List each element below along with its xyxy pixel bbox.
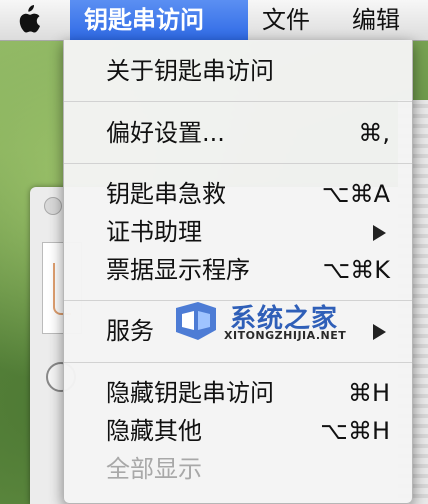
menu-item-label: 证书助理 xyxy=(106,218,202,246)
menu-item-label: 全部显示 xyxy=(106,455,202,483)
menu-item-label: 票据显示程序 xyxy=(106,256,250,284)
menu-item-shortcut: ⌘, xyxy=(358,119,390,147)
menu-bar: 钥匙串访问 文件 编辑 xyxy=(0,0,428,41)
menu-item-shortcut: ⌥⌘A xyxy=(321,180,390,208)
menu-item-certificate-assistant[interactable]: 证书助理 xyxy=(64,213,412,251)
menu-keychain-access[interactable]: 钥匙串访问 xyxy=(70,0,248,40)
apple-logo-icon[interactable] xyxy=(8,3,48,37)
menu-item-ticket-viewer[interactable]: 票据显示程序 ⌥⌘K xyxy=(64,251,412,289)
menu-item-show-all: 全部显示 xyxy=(64,450,412,488)
menu-item-preferences[interactable]: 偏好设置... ⌘, xyxy=(64,114,412,152)
menu-separator xyxy=(64,163,412,164)
menu-item-shortcut: ⌥⌘H xyxy=(320,417,390,445)
keychain-access-dropdown-menu: 关于钥匙串访问 偏好设置... ⌘, 钥匙串急救 ⌥⌘A 证书助理 票据显示程序… xyxy=(63,40,413,504)
menu-item-label: 偏好设置... xyxy=(106,119,225,147)
menu-item-shortcut: ⌥⌘K xyxy=(322,256,390,284)
window-button[interactable] xyxy=(44,197,62,215)
menu-item-hide-keychain-access[interactable]: 隐藏钥匙串访问 ⌘H xyxy=(64,374,412,412)
submenu-arrow-icon xyxy=(373,225,386,241)
menu-item-label: 隐藏其他 xyxy=(106,417,202,445)
menu-item-label: 关于钥匙串访问 xyxy=(106,57,274,85)
submenu-arrow-icon xyxy=(373,324,386,340)
menu-item-label: 隐藏钥匙串访问 xyxy=(106,379,274,407)
menu-edit[interactable]: 编辑 xyxy=(338,0,418,40)
menu-item-label: 钥匙串急救 xyxy=(106,180,226,208)
menu-separator xyxy=(64,300,412,301)
menu-item-keychain-first-aid[interactable]: 钥匙串急救 ⌥⌘A xyxy=(64,175,412,213)
menu-item-label: 服务 xyxy=(106,317,154,345)
menu-file[interactable]: 文件 xyxy=(248,0,328,40)
menu-item-services[interactable]: 服务 xyxy=(64,312,412,350)
menu-item-about[interactable]: 关于钥匙串访问 xyxy=(64,52,412,90)
menu-item-shortcut: ⌘H xyxy=(347,379,390,407)
menu-separator xyxy=(64,362,412,363)
menu-item-hide-others[interactable]: 隐藏其他 ⌥⌘H xyxy=(64,412,412,450)
menu-separator xyxy=(64,101,412,102)
